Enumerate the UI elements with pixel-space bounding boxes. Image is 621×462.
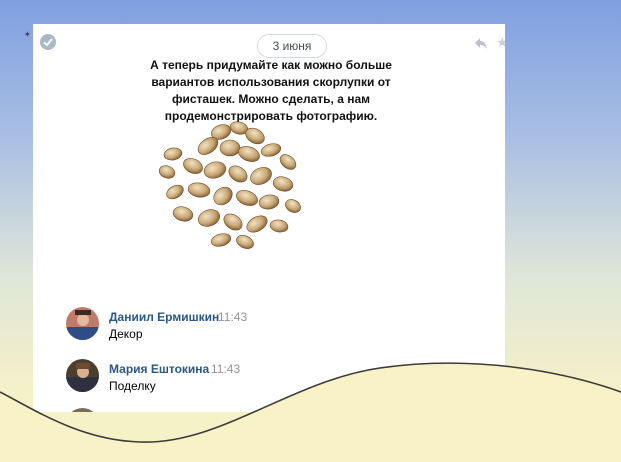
pistachio-shells-image: [158, 121, 301, 249]
avatar-partial: [66, 408, 99, 412]
star-icon[interactable]: ★: [496, 34, 505, 50]
comment-author[interactable]: Мария Ештокина: [109, 362, 209, 376]
sparkle-icon: ✶: [24, 30, 31, 39]
date-label: 3 июня: [257, 34, 327, 58]
comment-text: Поделку: [109, 379, 156, 393]
comment-author[interactable]: Даниил Ермишкин: [109, 310, 219, 324]
check-icon[interactable]: [40, 34, 56, 50]
chat-panel: 3 июня ★ А теперь придумайте как можно б…: [33, 24, 505, 412]
comment-item: Мария Ештокина 11:43 Поделку: [66, 359, 486, 399]
comment-item: Даниил Ермишкин 11:43 Декор: [66, 307, 486, 347]
comment-time: 11:43: [211, 362, 241, 376]
reply-icon[interactable]: [474, 36, 488, 50]
comment-text: Декор: [109, 327, 143, 341]
comment-time: 11:43: [218, 310, 248, 324]
avatar[interactable]: [66, 307, 99, 340]
avatar[interactable]: [66, 359, 99, 392]
